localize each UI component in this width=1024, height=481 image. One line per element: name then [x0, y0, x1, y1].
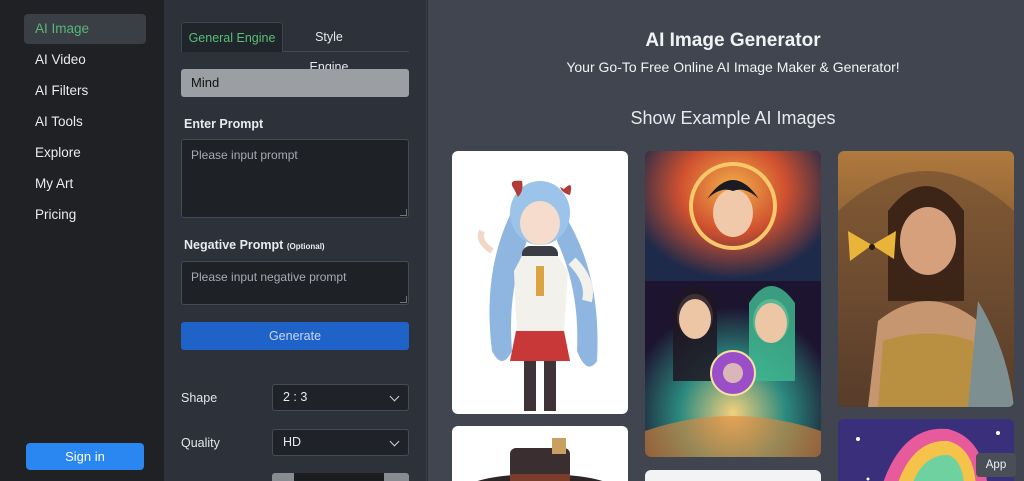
- prompt-label: Enter Prompt: [184, 117, 264, 131]
- sign-in-button[interactable]: Sign in: [26, 443, 144, 470]
- negative-prompt-label: Negative Prompt (Optional): [184, 238, 325, 252]
- shape-label: Shape: [181, 391, 218, 405]
- chevron-down-icon: [389, 436, 400, 447]
- example-image-anime-girl[interactable]: [452, 151, 628, 414]
- app-button[interactable]: App: [976, 453, 1016, 477]
- resize-grip-icon[interactable]: [400, 209, 407, 216]
- hat-illustration: [477, 438, 603, 481]
- shape-value: 2 : 3: [283, 390, 308, 404]
- quality-select[interactable]: HD: [272, 429, 409, 456]
- generate-button[interactable]: Generate: [181, 322, 409, 350]
- model-select[interactable]: Mind: [181, 69, 409, 97]
- nav-item-ai-video[interactable]: AI Video: [24, 45, 146, 75]
- resize-grip-icon[interactable]: [400, 296, 407, 303]
- optional-tag: (Optional): [286, 242, 325, 251]
- example-image-portrait[interactable]: [838, 151, 1014, 407]
- page-subtitle: Your Go-To Free Online AI Image Maker & …: [566, 59, 900, 75]
- trio-illustration: [645, 151, 821, 457]
- partial-control-inner: [294, 473, 384, 481]
- prompt-input[interactable]: [181, 139, 409, 218]
- negative-prompt-wrapper: [181, 261, 409, 305]
- page-title: AI Image Generator: [645, 30, 821, 51]
- nav-item-pricing[interactable]: Pricing: [24, 200, 146, 230]
- generation-form: General Engine Style Engine Mind Enter P…: [164, 0, 427, 481]
- section-title: Show Example AI Images: [630, 108, 836, 128]
- portrait-illustration: [838, 151, 1014, 407]
- example-image-hat[interactable]: [452, 426, 628, 481]
- engine-tabs: General Engine Style Engine: [181, 22, 409, 74]
- partial-control[interactable]: [272, 473, 409, 481]
- quality-value: HD: [283, 435, 302, 449]
- nav-item-explore[interactable]: Explore: [24, 138, 146, 168]
- tab-style-engine[interactable]: Style Engine: [294, 22, 364, 74]
- nav-item-ai-filters[interactable]: AI Filters: [24, 76, 146, 106]
- anime-girl-illustration: [477, 180, 598, 411]
- nav-item-ai-image[interactable]: AI Image: [24, 14, 146, 44]
- example-image-trio[interactable]: [645, 151, 821, 457]
- nav-item-ai-tools[interactable]: AI Tools: [24, 107, 146, 137]
- example-image-next[interactable]: [645, 470, 821, 481]
- tab-general-engine[interactable]: General Engine: [181, 22, 283, 52]
- quality-label: Quality: [181, 436, 220, 450]
- shape-select[interactable]: 2 : 3: [272, 384, 409, 411]
- main-content: AI Image Generator Your Go-To Free Onlin…: [428, 0, 1024, 481]
- side-nav: AI Image AI Video AI Filters AI Tools Ex…: [0, 0, 164, 481]
- nav-item-my-art[interactable]: My Art: [24, 169, 146, 199]
- negative-prompt-label-text: Negative Prompt: [184, 238, 284, 252]
- negative-prompt-input[interactable]: [181, 261, 409, 305]
- chevron-down-icon: [389, 391, 400, 402]
- prompt-wrapper: [181, 139, 409, 218]
